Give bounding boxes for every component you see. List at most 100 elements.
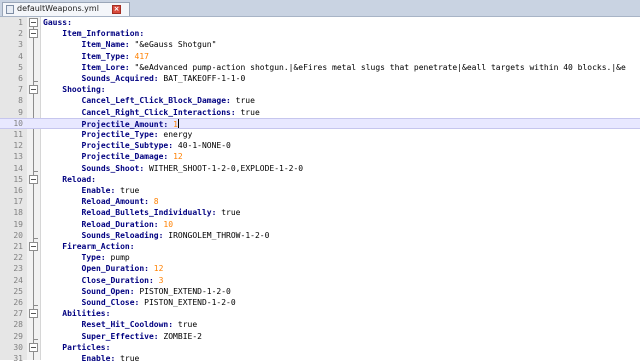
- yaml-key: Abilities:: [62, 309, 111, 319]
- code-line[interactable]: 25 Sound_Open: PISTON_EXTEND-1-2-0: [0, 286, 640, 297]
- yaml-key: Enable:: [81, 186, 116, 195]
- line-number: 26: [13, 298, 23, 307]
- tab-default-weapons[interactable]: defaultWeapons.yml ×: [2, 2, 130, 16]
- yaml-key: Enable:: [81, 354, 116, 363]
- code-editor[interactable]: 1 Gauss: 2 Item_Information: 3 Item_Name: "&e…: [0, 17, 640, 363]
- code-text: Sound_Close: PISTON_EXTEND-1-2-0: [82, 297, 236, 308]
- yaml-value: ZOMBIE-2: [158, 331, 202, 341]
- yaml-value: "&eGauss Shotgun": [129, 40, 217, 50]
- code-line[interactable]: 16 Enable: true: [0, 185, 640, 196]
- yaml-value: true: [235, 107, 260, 117]
- yaml-value: 12: [168, 152, 183, 162]
- code-line[interactable]: 10 Projectile_Amount: 1: [0, 117, 640, 129]
- line-number: 21: [13, 242, 23, 251]
- yaml-key: Reload_Amount:: [81, 197, 149, 207]
- code-line[interactable]: 9 Cancel_Right_Click_Interactions: true: [0, 107, 640, 118]
- close-icon[interactable]: ×: [112, 5, 121, 14]
- code-line[interactable]: 3 Item_Name: "&eGauss Shotgun": [0, 39, 640, 50]
- yaml-key: Type:: [81, 253, 106, 263]
- yaml-value: PISTON_EXTEND-1-2-0: [134, 286, 231, 296]
- yaml-value: IRONGOLEM_THROW-1-2-0: [163, 230, 270, 240]
- code-line[interactable]: 5 Item_Lore: "&eAdvanced pump-action shot…: [0, 62, 640, 73]
- yaml-value: PISTON_EXTEND-1-2-0: [139, 298, 236, 307]
- code-line[interactable]: 13 Projectile_Damage: 12: [0, 151, 640, 162]
- yaml-key: Firearm_Action:: [62, 242, 135, 251]
- line-number: 9: [18, 107, 23, 117]
- yaml-key: Reload_Bullets_Individually:: [81, 208, 217, 218]
- line-number: 6: [18, 74, 23, 83]
- code-line[interactable]: 1 Gauss:: [0, 17, 640, 28]
- yaml-key: Projectile_Amount:: [81, 119, 169, 129]
- code-line[interactable]: 27 Abilities:: [0, 308, 640, 319]
- line-number: 4: [18, 51, 23, 61]
- line-number: 19: [13, 219, 23, 229]
- yaml-key: Sound_Open:: [81, 286, 135, 296]
- code-line[interactable]: 28 Reset_Hit_Cooldown: true: [0, 319, 640, 330]
- line-number: 29: [13, 331, 23, 341]
- code-line[interactable]: 7 Shooting:: [0, 84, 640, 95]
- yaml-key: Sounds_Shoot:: [81, 163, 145, 173]
- code-line[interactable]: 31 Enable: true: [0, 353, 640, 364]
- line-number: 13: [13, 152, 23, 162]
- code-line[interactable]: 15 Reload:: [0, 174, 640, 185]
- yaml-key: Super_Effective:: [81, 331, 159, 341]
- tab-bar: defaultWeapons.yml ×: [0, 0, 640, 17]
- code-line[interactable]: 20 Sounds_Reloading: IRONGOLEM_THROW-1-2-…: [0, 230, 640, 241]
- yaml-key: Cancel_Right_Click_Interactions:: [81, 107, 236, 117]
- line-number: 23: [13, 264, 23, 274]
- yaml-key: Sounds_Reloading:: [81, 230, 164, 240]
- line-number: 8: [18, 96, 23, 106]
- code-text: Item_Information:: [62, 28, 144, 39]
- code-text: Item_Name: "&eGauss Shotgun": [82, 39, 217, 50]
- line-number: 24: [13, 275, 23, 285]
- code-line[interactable]: 30 Particles:: [0, 342, 640, 353]
- code-line[interactable]: 6 Sounds_Acquired: BAT_TAKEOFF-1-1-0: [0, 73, 640, 84]
- line-number: 1: [18, 18, 23, 27]
- line-number: 7: [18, 85, 23, 95]
- yaml-value: 417: [129, 51, 149, 61]
- yaml-key: Shooting:: [62, 85, 106, 95]
- code-text: Reload:: [62, 174, 96, 185]
- code-line[interactable]: 17 Reload_Amount: 8: [0, 196, 640, 207]
- code-line[interactable]: 26 Sound_Close: PISTON_EXTEND-1-2-0: [0, 297, 640, 308]
- yaml-key: Sound_Close:: [81, 298, 140, 307]
- line-number: 3: [18, 40, 23, 50]
- code-text: Firearm_Action:: [62, 241, 134, 252]
- code-text: Reload_Bullets_Individually: true: [82, 207, 241, 218]
- code-text: Enable: true: [82, 185, 140, 196]
- code-line[interactable]: 29 Super_Effective: ZOMBIE-2: [0, 331, 640, 342]
- yaml-key: Projectile_Subtype:: [81, 141, 174, 151]
- code-text: Item_Lore: "&eAdvanced pump-action shotg…: [82, 62, 626, 73]
- code-line[interactable]: 2 Item_Information:: [0, 28, 640, 39]
- code-line[interactable]: 12 Projectile_Subtype: 40-1-NONE-0: [0, 140, 640, 151]
- text-caret: [177, 118, 179, 128]
- code-line[interactable]: 8 Cancel_Left_Click_Block_Damage: true: [0, 95, 640, 106]
- yaml-key: Item_Lore:: [81, 62, 130, 72]
- line-number: 17: [13, 197, 23, 207]
- yaml-key: Item_Name:: [81, 40, 130, 50]
- yaml-key: Item_Type:: [81, 51, 130, 61]
- code-line[interactable]: 22 Type: pump: [0, 252, 640, 263]
- code-line[interactable]: 23 Open_Duration: 12: [0, 263, 640, 274]
- code-line[interactable]: 21 Firearm_Action:: [0, 241, 640, 252]
- code-text: Reload_Amount: 8: [82, 196, 159, 207]
- code-line[interactable]: 18 Reload_Bullets_Individually: true: [0, 207, 640, 218]
- yaml-value: 8: [148, 197, 159, 207]
- code-text: Type: pump: [82, 252, 130, 263]
- code-line[interactable]: 11 Projectile_Type: energy: [0, 129, 640, 140]
- code-text: Sounds_Acquired: BAT_TAKEOFF-1-1-0: [82, 73, 246, 84]
- yaml-value: pump: [105, 253, 130, 263]
- code-text: Projectile_Type: energy: [82, 129, 193, 140]
- code-line[interactable]: 24 Close_Duration: 3: [0, 275, 640, 286]
- yaml-value: 1: [168, 119, 178, 129]
- code-line[interactable]: 14 Sounds_Shoot: WITHER_SHOOT-1-2-0,EXPLO…: [0, 163, 640, 174]
- yaml-key: Reset_Hit_Cooldown:: [81, 320, 174, 330]
- line-number: 25: [13, 286, 23, 296]
- yaml-value: true: [115, 354, 140, 363]
- yaml-value: 40-1-NONE-0: [173, 141, 231, 151]
- code-line[interactable]: 4 Item_Type: 417: [0, 51, 640, 62]
- code-line[interactable]: 19 Reload_Duration: 10: [0, 219, 640, 230]
- yaml-value: 10: [158, 219, 174, 229]
- code-text: Cancel_Right_Click_Interactions: true: [82, 107, 260, 118]
- yaml-key: Gauss:: [43, 18, 72, 27]
